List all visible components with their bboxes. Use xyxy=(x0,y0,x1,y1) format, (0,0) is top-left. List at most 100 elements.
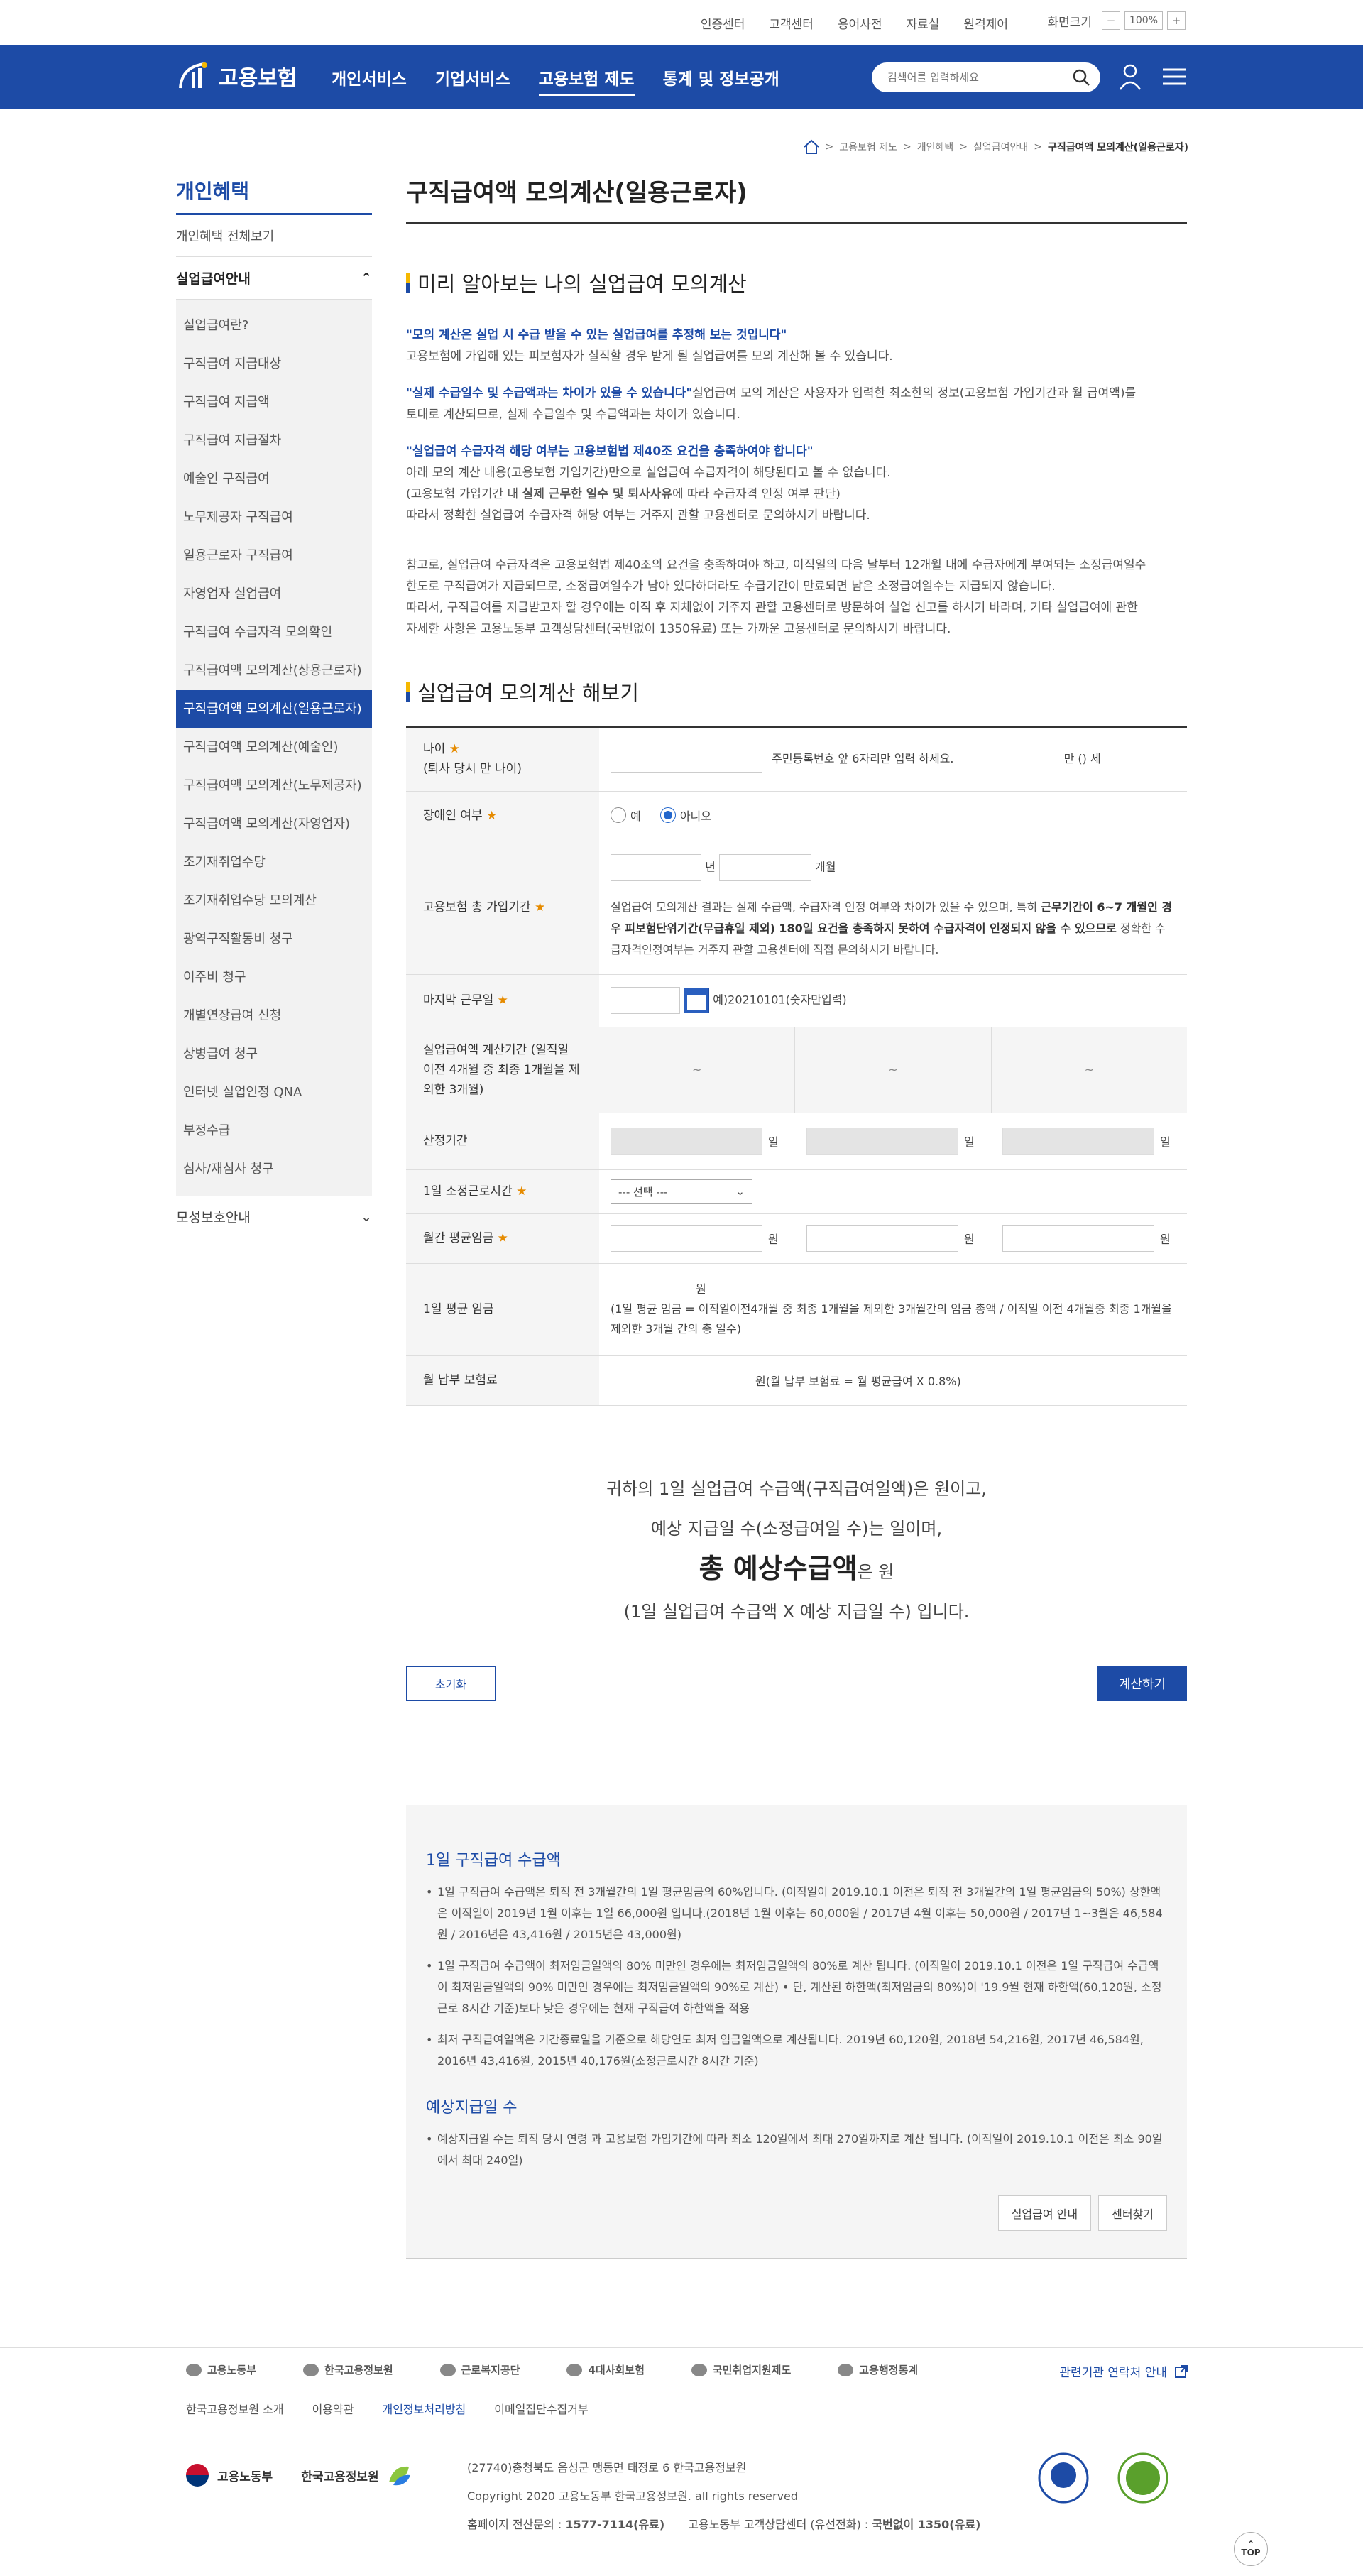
breadcrumb-unemployment[interactable]: 실업급여안내 xyxy=(973,140,1028,154)
footer-logos: 고용노동부 한국고용정보원 xyxy=(183,2461,413,2489)
org-link-keis[interactable]: 한국고용정보원 xyxy=(303,2362,393,2377)
note-text: 자세한 사항은 고용노동부 고객상담센터(국번없이 1350유료) 또는 가까운… xyxy=(406,622,951,636)
top-label: TOP xyxy=(1241,2548,1261,2558)
sidebar-item[interactable]: 상병급여 청구 xyxy=(176,1035,372,1074)
period-year-input[interactable] xyxy=(611,854,701,881)
disabled-yes-radio[interactable]: 예 xyxy=(611,807,641,824)
sidebar-item-active[interactable]: 구직급여액 모의계산(일용근로자) xyxy=(176,690,372,728)
org-link-comwel[interactable]: 근로복지공단 xyxy=(439,2362,520,2377)
main-header: 고용보험 개인서비스 기업서비스 고용보험 제도 통계 및 정보공개 xyxy=(0,45,1363,109)
note-text: 한도로 구직급여가 지급되므로, 소정급여일수가 남아 있다하더라도 수급기간이… xyxy=(406,579,1056,594)
wage-input[interactable] xyxy=(1002,1225,1154,1252)
sidebar-all-link[interactable]: 개인혜택 전체보기 xyxy=(176,215,372,257)
nav-stats[interactable]: 통계 및 정보공개 xyxy=(663,65,779,96)
sidebar-item[interactable]: 인터넷 실업인정 QNA xyxy=(176,1074,372,1112)
age-input[interactable] xyxy=(611,746,762,773)
sidebar-item[interactable]: 실업급여란? xyxy=(176,307,372,345)
sidebar-item[interactable]: 조기재취업수당 xyxy=(176,844,372,882)
sidebar-item[interactable]: 구직급여 지급절차 xyxy=(176,422,372,460)
premium-note: 원(월 납부 보험료 = 월 평균급여 X 0.8%) xyxy=(599,1355,1187,1406)
breadcrumb-sep-icon: > xyxy=(1034,141,1042,153)
form-row-premium: 월 납부 보험료 원(월 납부 보험료 = 월 평균급여 X 0.8%) xyxy=(406,1355,1187,1406)
footer-contact-number: 국번없이 1350(유료) xyxy=(872,2518,981,2531)
reset-button[interactable]: 초기화 xyxy=(406,1666,496,1701)
note-text: 따라서, 구직급여를 지급받고자 할 경우에는 이직 후 지체없이 거주지 관할… xyxy=(406,601,1138,615)
search-input[interactable] xyxy=(887,62,1072,92)
org-link-moel[interactable]: 고용노동부 xyxy=(186,2362,256,2377)
search-icon[interactable] xyxy=(1072,68,1090,87)
sidebar-group2-label: 모성보호안내 xyxy=(176,1210,251,1226)
search-box xyxy=(872,62,1100,92)
sidebar-item[interactable]: 부정수급 xyxy=(176,1112,372,1150)
note-text: (고용보험 가입기간 내 xyxy=(406,487,522,501)
site-logo[interactable]: 고용보험 xyxy=(176,60,297,92)
zoom-in-button[interactable]: + xyxy=(1167,11,1186,30)
calendar-icon[interactable] xyxy=(684,988,710,1013)
unemployment-guide-button[interactable]: 실업급여 안내 xyxy=(997,2195,1092,2231)
lastday-input[interactable] xyxy=(611,987,680,1014)
footer-contact-label: 고용노동부 고객상담센터 (유선전화) : xyxy=(688,2518,872,2531)
zoom-out-button[interactable]: − xyxy=(1102,11,1120,30)
sidebar-item[interactable]: 일용근로자 구직급여 xyxy=(176,537,372,575)
note-text: 따라서 정확한 실업급여 수급자격 해당 여부는 거주지 관할 고용센터로 문의… xyxy=(406,508,870,523)
breadcrumb-system[interactable]: 고용보험 제도 xyxy=(839,140,897,154)
wage-input[interactable] xyxy=(611,1225,762,1252)
age-result: 만 () 세 xyxy=(1063,751,1101,765)
sidebar-item[interactable]: 구직급여액 모의계산(예술인) xyxy=(176,728,372,767)
center-find-button[interactable]: 센터찾기 xyxy=(1098,2195,1167,2231)
footer-link-email[interactable]: 이메일집단수집거부 xyxy=(494,2400,588,2417)
sidebar-item[interactable]: 심사/재심사 청구 xyxy=(176,1150,372,1189)
sidebar-item[interactable]: 광역구직활동비 청구 xyxy=(176,920,372,959)
form-row-disabled: 장애인 여부 ★ 예 아니오 xyxy=(406,791,1187,841)
home-icon[interactable] xyxy=(803,139,820,155)
footer-link-terms[interactable]: 이용약관 xyxy=(312,2400,354,2417)
result-line: (1일 실업급여 수급액 X 예상 지급일 수) 입니다. xyxy=(623,1601,970,1622)
sidebar-item[interactable]: 구직급여 수급자격 모의확인 xyxy=(176,613,372,652)
util-link-cert[interactable]: 인증센터 xyxy=(701,14,745,32)
nav-personal[interactable]: 개인서비스 xyxy=(332,65,407,96)
related-org-contact-link[interactable]: 관련기관 연락처 안내 xyxy=(1059,2362,1188,2380)
footer-copyright: Copyright 2020 고용노동부 한국고용정보원. all rights… xyxy=(467,2489,799,2503)
footer-address: (27740)충청북도 음성군 맹동면 태정로 6 한국고용정보원 xyxy=(467,2461,747,2474)
nav-system[interactable]: 고용보험 제도 xyxy=(538,65,635,96)
nav-business[interactable]: 기업서비스 xyxy=(435,65,510,96)
form-row-lastday: 마지막 근무일 ★ 예)20210101(숫자만입력) xyxy=(406,974,1187,1027)
sidebar-item[interactable]: 자영업자 실업급여 xyxy=(176,575,372,613)
form-row-daily: 1일 평균 임금 원 (1일 평균 임금 = 이직일이전4개월 중 최종 1개월… xyxy=(406,1263,1187,1356)
sidebar-item[interactable]: 구직급여 지급액 xyxy=(176,383,372,422)
note-emphasis: "모의 계산은 실업 시 수급 받을 수 있는 실업급여를 추정해 보는 것입니… xyxy=(406,328,787,342)
util-link-archive[interactable]: 자료실 xyxy=(907,14,940,32)
breadcrumb-personal[interactable]: 개인혜택 xyxy=(917,140,954,154)
hours-select[interactable]: --- 선택 --- ⌄ xyxy=(611,1179,752,1204)
sidebar-item[interactable]: 구직급여액 모의계산(자영업자) xyxy=(176,805,372,844)
footer-link-privacy[interactable]: 개인정보처리방침 xyxy=(382,2400,466,2417)
period-month-input[interactable] xyxy=(718,854,811,881)
disabled-no-radio[interactable]: 아니오 xyxy=(659,807,711,824)
util-link-glossary[interactable]: 용어사전 xyxy=(838,14,882,32)
sidebar-item[interactable]: 조기재취업수당 모의계산 xyxy=(176,882,372,920)
sidebar-group-maternity[interactable]: 모성보호안내 ⌄ xyxy=(176,1196,372,1238)
user-icon[interactable] xyxy=(1115,61,1146,92)
wage-input[interactable] xyxy=(806,1225,958,1252)
radio-on-icon xyxy=(659,807,676,823)
org-link-employment-support[interactable]: 국민취업지원제도 xyxy=(691,2362,791,2377)
sidebar-item[interactable]: 개별연장급여 신청 xyxy=(176,997,372,1035)
sidebar-item[interactable]: 예술인 구직급여 xyxy=(176,460,372,498)
calculate-button[interactable]: 계산하기 xyxy=(1097,1666,1187,1701)
org-link-stats[interactable]: 고용행정통계 xyxy=(838,2362,918,2377)
sidebar-item[interactable]: 구직급여 지급대상 xyxy=(176,345,372,383)
radio-off-icon xyxy=(611,807,626,823)
sidebar-item[interactable]: 이주비 청구 xyxy=(176,959,372,997)
sidebar-item[interactable]: 노무제공자 구직급여 xyxy=(176,498,372,537)
sidebar-group-unemployment[interactable]: 실업급여안내 ⌃ xyxy=(176,257,372,300)
util-link-customer[interactable]: 고객센터 xyxy=(769,14,814,32)
footer-logo-moel: 고용노동부 xyxy=(183,2461,273,2489)
note-text: 고용보험에 가입해 있는 피보험자가 실직할 경우 받게 될 실업급여를 모의 … xyxy=(406,349,893,364)
sidebar-item[interactable]: 구직급여액 모의계산(상용근로자) xyxy=(176,652,372,690)
org-link-4insure[interactable]: 4대사회보험 xyxy=(566,2362,645,2377)
scroll-top-button[interactable]: ⌃ TOP xyxy=(1234,2532,1268,2566)
menu-icon[interactable] xyxy=(1159,61,1190,92)
sidebar-item[interactable]: 구직급여액 모의계산(노무제공자) xyxy=(176,767,372,805)
util-link-remote[interactable]: 원격제어 xyxy=(963,14,1008,32)
footer-link-about[interactable]: 한국고용정보원 소개 xyxy=(186,2400,284,2417)
